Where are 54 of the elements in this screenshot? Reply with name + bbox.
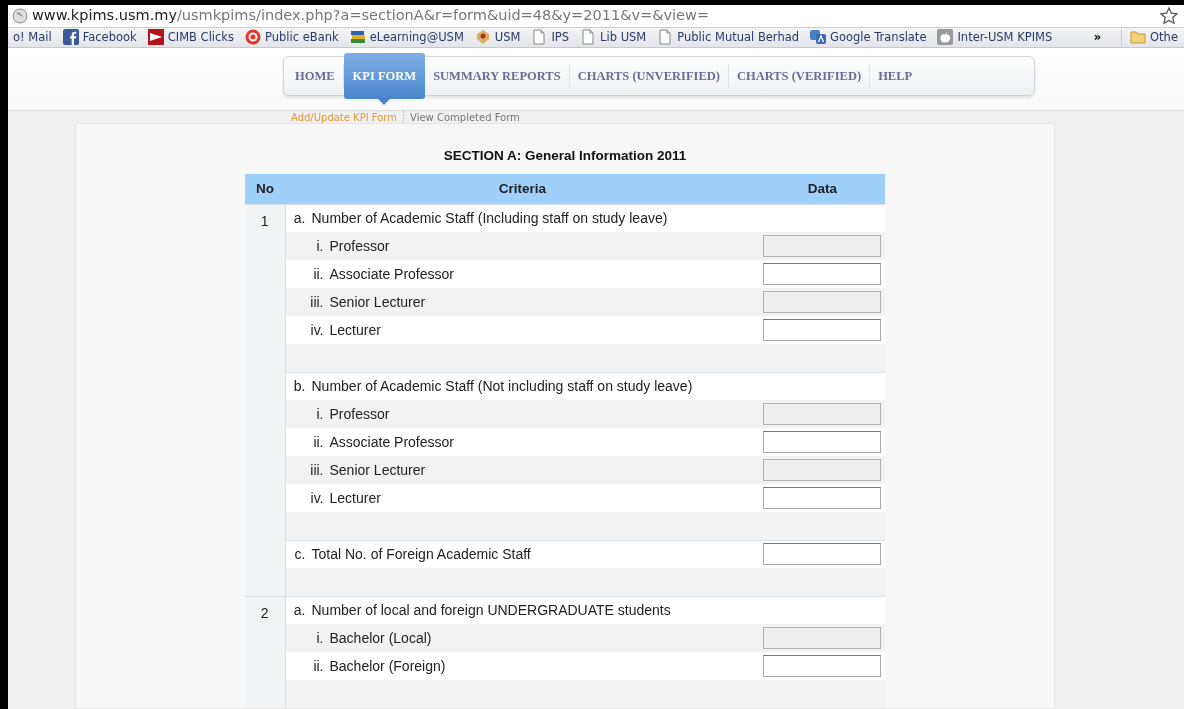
bookmark-folder[interactable]: Othe	[1121, 28, 1184, 46]
nav-tab[interactable]: HOME	[287, 63, 344, 88]
column-header: Criteria	[285, 174, 760, 204]
bookmark-link[interactable]: Public eBank	[240, 28, 345, 46]
nav-tab[interactable]: CHARTS (VERIFIED)	[728, 63, 871, 88]
column-header: No	[245, 174, 285, 204]
bookmark-link[interactable]: Public Mutual Berhad	[652, 28, 806, 46]
criteria-text: ii. Associate Professor	[312, 265, 454, 282]
criteria-text: b. Number of Academic Staff (Not including staff on study leave)	[292, 377, 693, 394]
sub-nav-link[interactable]: View Completed Form	[410, 109, 526, 125]
ring-icon	[245, 29, 261, 46]
nav-tab[interactable]: SUMMARY REPORTS	[425, 63, 570, 88]
bookmark-link[interactable]: USM	[469, 28, 527, 46]
star-icon	[1160, 6, 1178, 25]
folder-icon	[1130, 30, 1147, 45]
books-icon	[349, 29, 366, 46]
bookmark-link[interactable]: eLearning@USM	[344, 28, 470, 46]
tab-pointer	[378, 98, 391, 105]
criteria-text: ii. Bachelor (Foreign)	[312, 657, 446, 674]
form-title: SECTION A: General Information 2011	[442, 146, 688, 165]
criteria-text: ii. Associate Professor	[312, 433, 454, 450]
bookmark-link[interactable]: Lib USM	[575, 28, 653, 46]
column-header: Data	[760, 174, 885, 204]
bookmark-link[interactable]: Facebook	[57, 28, 143, 46]
row-number: 2	[260, 604, 269, 621]
criteria-text: a. Number of Academic Staff (Including staff on study leave)	[292, 209, 668, 226]
number-input[interactable]	[763, 263, 881, 285]
translate-icon	[810, 29, 827, 46]
number-input[interactable]	[763, 655, 881, 677]
criteria-text: iv. Lecturer	[309, 321, 381, 338]
criteria-text: i. Bachelor (Local)	[315, 629, 432, 646]
nav-tab[interactable]: HELP	[870, 63, 921, 88]
crest-icon	[474, 29, 491, 46]
criteria-text: iii. Senior Lecturer	[309, 461, 426, 478]
overflow-button[interactable]: »	[1088, 28, 1108, 46]
row-number: 1	[260, 212, 269, 229]
bookmark-link[interactable]: Inter-USM KPIMS	[932, 28, 1059, 46]
criteria-text: i. Professor	[315, 405, 390, 422]
bookmark-link[interactable]: CIMB Clicks	[142, 28, 240, 46]
bookmark-link[interactable]: IPS	[526, 28, 576, 46]
number-input[interactable]	[763, 543, 881, 566]
bookmark-link[interactable]: Google Translate	[805, 28, 933, 46]
bookmark-link[interactable]: o! Mail	[8, 28, 58, 46]
url-text: www.kpims.usm.my/usmkpims/index.php?a=sectionA&r=form&uid=48&y=2011&v=&view=	[32, 6, 711, 25]
number-input[interactable]	[763, 319, 881, 341]
number-input[interactable]	[763, 431, 881, 453]
criteria-text: c. Total No. of Foreign Academic Staff	[293, 545, 531, 562]
number-input[interactable]	[763, 487, 881, 509]
nav-tab[interactable]: CHARTS (UNVERIFIED)	[569, 63, 729, 88]
criteria-text: iv. Lecturer	[309, 489, 381, 506]
criteria-text: i. Professor	[315, 237, 390, 254]
criteria-text: iii. Senior Lecturer	[309, 293, 426, 310]
criteria-text: a. Number of local and foreign UNDERGRADUATE students	[292, 601, 671, 618]
globe-icon	[12, 7, 28, 24]
